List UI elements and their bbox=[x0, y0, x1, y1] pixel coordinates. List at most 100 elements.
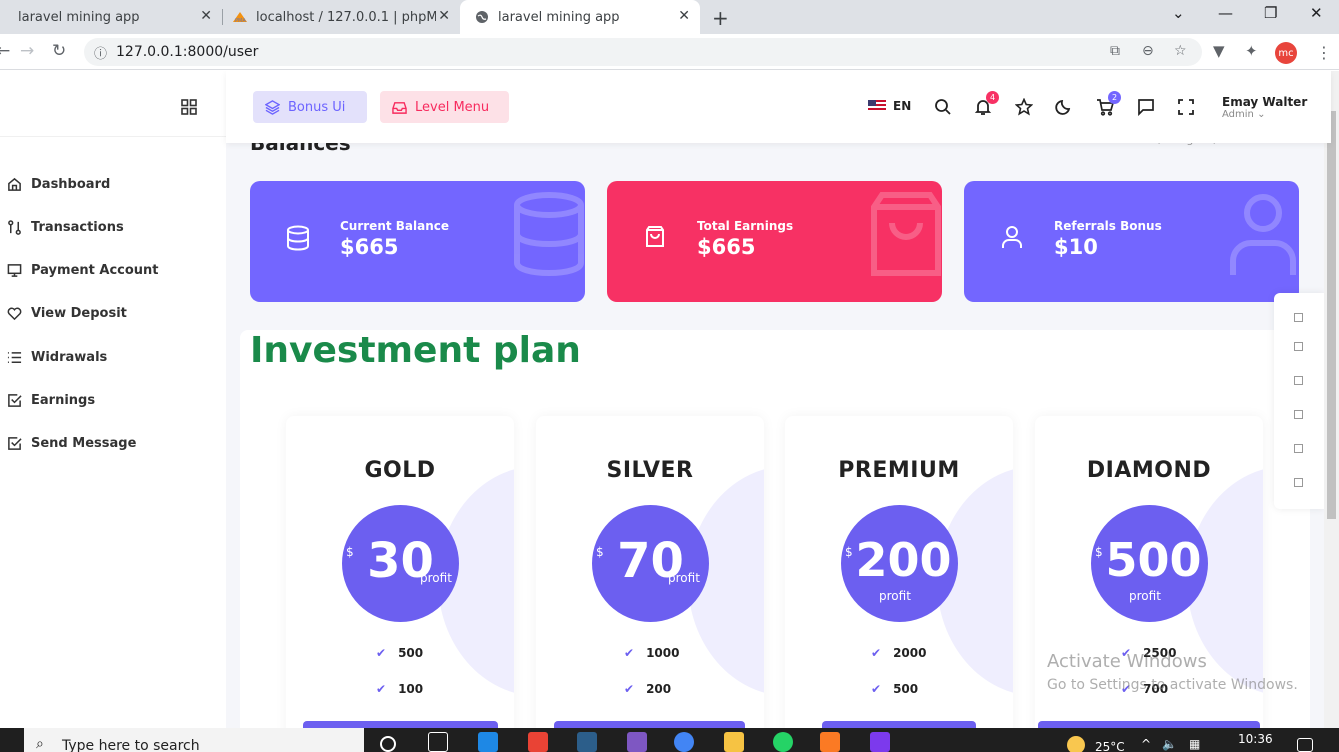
chrome-icon[interactable] bbox=[674, 732, 694, 752]
task-view-icon[interactable] bbox=[428, 732, 448, 752]
plan-card-premium: PREMIUM $ 200 profit ✔ 2000 ✔ 500 bbox=[785, 416, 1013, 728]
sidebar-item-transactions[interactable]: Transactions bbox=[6, 219, 124, 235]
zoom-icon[interactable]: ⊖ bbox=[1142, 43, 1154, 59]
address-bar[interactable]: ⓘ 127.0.0.1:8000/user ⧉ ⊖ ☆ bbox=[84, 38, 1202, 66]
referrals-bonus-card: Referrals Bonus $10 bbox=[964, 181, 1299, 302]
plan-feature: ✔ 1000 bbox=[624, 646, 679, 660]
user-icon bbox=[1000, 225, 1024, 253]
tab-search-icon[interactable]: ⌄ bbox=[1172, 4, 1185, 22]
extension-filter-icon[interactable]: ▼ bbox=[1213, 42, 1225, 60]
plan-feature-value: 1000 bbox=[646, 646, 680, 660]
inbox-icon bbox=[392, 100, 407, 115]
browser-tab[interactable]: PMA localhost / 127.0.0.1 | phpMyAdm ✕ bbox=[224, 0, 460, 34]
taskbar-search-placeholder: Type here to search bbox=[62, 738, 200, 752]
profile-avatar[interactable]: mc bbox=[1275, 42, 1297, 64]
whatsapp-icon[interactable] bbox=[773, 732, 793, 752]
weather-icon[interactable] bbox=[1067, 736, 1085, 752]
media-player-icon[interactable] bbox=[478, 732, 498, 752]
user-name[interactable]: Emay Walter bbox=[1222, 95, 1307, 109]
user-role[interactable]: Admin ⌄ bbox=[1222, 109, 1265, 120]
browser-tab[interactable]: laravel mining app ✕ bbox=[0, 0, 222, 34]
audition-icon[interactable] bbox=[577, 732, 597, 752]
tray-chevron-icon[interactable]: ^ bbox=[1141, 737, 1151, 751]
plan-purchase-button[interactable] bbox=[1038, 721, 1260, 728]
sidebar-item-dashboard[interactable]: Dashboard bbox=[6, 176, 110, 192]
customizer-option-icon[interactable] bbox=[1294, 444, 1303, 453]
open-in-app-icon[interactable]: ⧉ bbox=[1110, 43, 1120, 59]
sidebar-item-view-deposit[interactable]: View Deposit bbox=[6, 305, 127, 321]
plan-profit-label: profit bbox=[668, 571, 700, 585]
plan-purchase-button[interactable] bbox=[822, 721, 976, 728]
plan-profit-label: profit bbox=[420, 571, 452, 585]
stat-label: Total Earnings bbox=[697, 219, 794, 233]
git-icon[interactable] bbox=[528, 732, 548, 752]
cortana-icon[interactable] bbox=[380, 736, 396, 752]
browser-menu-icon[interactable]: ⋮ bbox=[1316, 43, 1332, 62]
sidebar-item-widrawals[interactable]: Widrawals bbox=[6, 349, 107, 365]
app-page: Dashboard Transactions Payment Account V… bbox=[0, 71, 1339, 728]
plan-price-circle: $ 30 profit bbox=[342, 505, 459, 622]
volume-icon[interactable]: 🔈 bbox=[1162, 737, 1177, 751]
customizer-option-icon[interactable] bbox=[1294, 478, 1303, 487]
xampp-icon[interactable] bbox=[820, 732, 840, 752]
scrollbar-thumb[interactable] bbox=[1327, 111, 1336, 519]
address-url: 127.0.0.1:8000/user bbox=[116, 44, 259, 60]
page-scrollbar[interactable] bbox=[1324, 71, 1339, 728]
fullscreen-icon[interactable] bbox=[1176, 97, 1196, 117]
language-selector[interactable]: EN bbox=[868, 99, 911, 113]
search-icon[interactable] bbox=[933, 97, 953, 117]
cart-icon[interactable]: 2 bbox=[1095, 91, 1121, 117]
minimize-icon[interactable]: — bbox=[1218, 4, 1233, 22]
customizer-option-icon[interactable] bbox=[1294, 376, 1303, 385]
activate-windows-title: Activate Windows bbox=[1047, 651, 1207, 672]
plan-purchase-button[interactable] bbox=[303, 721, 498, 728]
extensions-puzzle-icon[interactable]: ✦ bbox=[1245, 42, 1258, 60]
home-icon bbox=[6, 176, 22, 192]
phpmyadmin-icon: PMA bbox=[232, 9, 248, 25]
browser-toolbar: ← → ↻ ⓘ 127.0.0.1:8000/user ⧉ ⊖ ☆ ▼ ✦ mc… bbox=[0, 34, 1339, 70]
plan-name: PREMIUM bbox=[838, 458, 960, 483]
phpstorm-icon[interactable] bbox=[870, 732, 890, 752]
shopping-bag-icon bbox=[870, 191, 942, 281]
grid-toggle-icon[interactable] bbox=[181, 99, 197, 119]
close-icon[interactable]: ✕ bbox=[678, 8, 690, 24]
us-flag-icon bbox=[868, 100, 886, 112]
check-icon: ✔ bbox=[624, 646, 635, 660]
monitor-icon bbox=[6, 262, 22, 278]
bookmark-star-icon[interactable]: ☆ bbox=[1174, 43, 1187, 59]
sidebar-item-earnings[interactable]: Earnings bbox=[6, 392, 95, 408]
notification-bell-icon[interactable]: 4 bbox=[973, 91, 999, 117]
weather-temperature: 25°C bbox=[1095, 740, 1125, 752]
plan-purchase-button[interactable] bbox=[554, 721, 745, 728]
back-icon[interactable]: ← bbox=[0, 41, 10, 61]
reload-icon[interactable]: ↻ bbox=[52, 41, 66, 61]
close-icon[interactable]: ✕ bbox=[438, 8, 450, 24]
close-icon[interactable]: ✕ bbox=[200, 8, 212, 24]
bonus-ui-button[interactable]: Bonus Ui bbox=[253, 91, 367, 123]
stat-value: $10 bbox=[1054, 235, 1098, 259]
forward-icon[interactable]: → bbox=[20, 41, 34, 61]
app-icon[interactable] bbox=[627, 732, 647, 752]
taskbar-search[interactable]: ⌕ Type here to search bbox=[24, 728, 364, 752]
sidebar-item-label: Earnings bbox=[31, 392, 96, 408]
level-menu-button[interactable]: Level Menu bbox=[380, 91, 509, 123]
check-square-icon bbox=[6, 435, 22, 451]
site-info-icon[interactable]: ⓘ bbox=[94, 43, 107, 62]
new-tab-icon[interactable]: + bbox=[712, 6, 729, 30]
customizer-option-icon[interactable] bbox=[1294, 342, 1303, 351]
browser-tab-active[interactable]: laravel mining app ✕ bbox=[460, 0, 700, 34]
keyboard-icon[interactable]: ▦ bbox=[1189, 737, 1200, 751]
file-explorer-icon[interactable] bbox=[724, 732, 744, 752]
sidebar-item-payment-account[interactable]: Payment Account bbox=[6, 262, 159, 278]
notification-center-icon[interactable] bbox=[1297, 738, 1313, 752]
plan-price-circle: $ 200 profit bbox=[841, 505, 958, 622]
customizer-option-icon[interactable] bbox=[1294, 410, 1303, 419]
window-close-icon[interactable]: ✕ bbox=[1310, 4, 1323, 22]
restore-icon[interactable]: ❐ bbox=[1264, 4, 1277, 22]
customizer-option-icon[interactable] bbox=[1294, 313, 1303, 322]
message-icon[interactable] bbox=[1136, 97, 1156, 117]
star-icon[interactable] bbox=[1014, 97, 1034, 117]
sidebar-item-send-message[interactable]: Send Message bbox=[6, 435, 136, 451]
stat-label: Referrals Bonus bbox=[1054, 219, 1162, 233]
dark-mode-moon-icon[interactable] bbox=[1054, 97, 1074, 117]
